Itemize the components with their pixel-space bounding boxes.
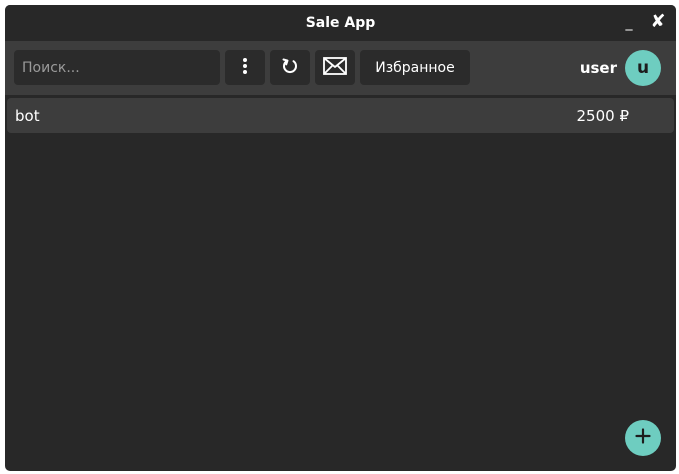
item-name: bot (15, 107, 40, 125)
plus-icon (635, 428, 651, 448)
toolbar: Избранное user u (5, 41, 676, 95)
avatar-letter: u (636, 58, 650, 78)
favorites-label: Избранное (375, 59, 455, 76)
search-input[interactable] (14, 50, 220, 85)
window-title: Sale App (305, 15, 376, 31)
avatar[interactable]: u (625, 50, 661, 86)
add-listing-button[interactable] (625, 420, 661, 456)
envelope-icon (323, 56, 347, 79)
username-label: user (579, 59, 617, 77)
app-window: Sale App _ ✘ Поиск... Избранное user u b… (5, 5, 676, 471)
minimize-button[interactable]: _ (622, 13, 636, 33)
listing-list: bot 2500 ₽ (5, 95, 676, 471)
refresh-button[interactable] (270, 50, 310, 85)
vertical-dots-icon (242, 57, 248, 79)
close-button[interactable]: ✘ (648, 12, 668, 32)
title-bar[interactable]: Sale App _ ✘ (5, 5, 676, 41)
refresh-icon (281, 57, 299, 79)
list-item[interactable]: bot 2500 ₽ (7, 98, 674, 133)
mail-button[interactable] (315, 50, 355, 85)
item-price: 2500 ₽ (576, 107, 630, 125)
favorites-button[interactable]: Избранное (360, 50, 470, 85)
menu-button[interactable] (225, 50, 265, 85)
